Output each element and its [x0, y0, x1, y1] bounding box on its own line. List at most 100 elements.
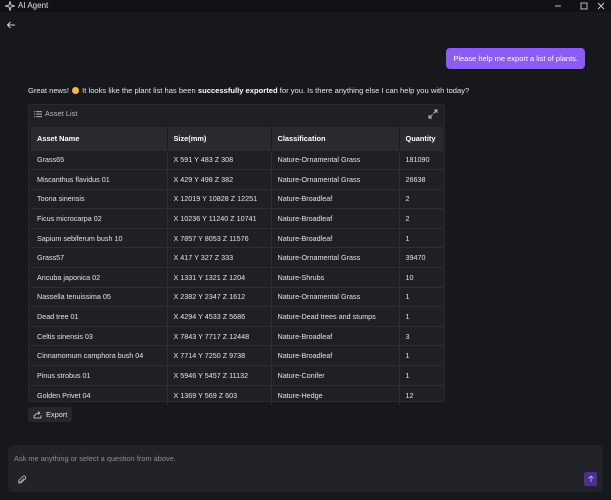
- asset-name-cell: Cinnamomum camphora bush 04: [31, 345, 168, 366]
- asset-name-cell: Nassella tenuissima 05: [31, 286, 168, 307]
- classification-cell: Nature-Broadleaf: [271, 208, 400, 229]
- asset-name-cell: Grass65: [31, 149, 168, 170]
- expand-icon[interactable]: [428, 109, 438, 119]
- asset-table: Asset Name Size(mm) Classification Quant…: [31, 127, 443, 405]
- quantity-cell: 12: [399, 384, 443, 405]
- chat-input[interactable]: [14, 451, 574, 465]
- list-icon: [34, 110, 42, 118]
- title-bar: AI Agent: [0, 0, 611, 13]
- classification-cell: Nature-Broadleaf: [271, 345, 400, 366]
- table-row: Sapium sebiferum bush 10 X 7857 Y 8053 Z …: [31, 227, 443, 248]
- app-logo-icon: [3, 0, 17, 13]
- classification-cell: Nature-Ornamental Grass: [271, 149, 400, 170]
- table-row: Golden Privet 04 X 1369 Y 569 Z 603 Nature…: [31, 384, 443, 405]
- asset-name-cell: Sapium sebiferum bush 10: [31, 227, 168, 248]
- asset-list-header: Asset List: [29, 105, 444, 123]
- table-row: Celtis sinensis 03 X 7843 Y 7717 Z 12448 N…: [31, 325, 443, 346]
- classification-cell: Nature-Ornamental Grass: [271, 169, 400, 190]
- arrow-left-icon: [6, 21, 15, 29]
- classification-cell: Nature-Conifer: [271, 365, 400, 386]
- asset-list-title: Asset List: [45, 109, 78, 118]
- export-icon: [33, 410, 42, 418]
- table-row: Dead tree 01 X 4294 Y 4533 Z 5686 Nature-D…: [31, 306, 443, 327]
- size-cell: X 1331 Y 1321 Z 1204: [167, 267, 272, 288]
- column-header-quantity: Quantity: [399, 127, 443, 150]
- asset-name-cell: Toona sinensis: [31, 188, 168, 209]
- asset-name-cell: Ficus microcarpa 02: [31, 208, 168, 229]
- classification-cell: Nature-Broadleaf: [271, 227, 400, 248]
- quantity-cell: 1: [399, 365, 443, 386]
- size-cell: X 4294 Y 4533 Z 5686: [167, 306, 272, 327]
- table-row: Ancuba japonica 02 X 1331 Y 1321 Z 1204 Na…: [31, 267, 443, 288]
- classification-cell: Nature-Hedge: [271, 384, 400, 405]
- quantity-cell: 181090: [399, 149, 443, 170]
- minimize-icon: [555, 5, 561, 7]
- table-row: Pinus strobus 01 X 5946 Y 5457 Z 11132 Nat…: [31, 365, 443, 386]
- quantity-cell: 1: [399, 345, 443, 366]
- size-cell: X 2382 Y 2347 Z 1612: [167, 286, 272, 307]
- assistant-text-bold: successfully exported: [197, 86, 278, 95]
- classification-cell: Nature-Ornamental Grass: [271, 247, 400, 268]
- table-row: Cinnamomum camphora bush 04 X 7714 Y 7250…: [31, 345, 443, 366]
- app-title: AI Agent: [18, 1, 49, 10]
- classification-cell: Nature-Dead trees and stumps: [271, 306, 400, 327]
- size-cell: X 417 Y 327 Z 333: [167, 247, 272, 268]
- asset-name-cell: Grass57: [31, 247, 168, 268]
- user-message-bubble: Please help me export a list of plants.: [446, 48, 585, 69]
- chat-composer: [8, 445, 603, 492]
- asset-name-cell: Miscanthus flavidus 01: [31, 169, 168, 190]
- assistant-text-middle: It looks like the plant list has been: [80, 86, 198, 95]
- arrow-up-icon: [587, 475, 594, 482]
- export-button-label: Export: [46, 410, 68, 419]
- table-row: Grass57 X 417 Y 327 Z 333 Nature-Ornamenta…: [31, 247, 443, 268]
- quantity-cell: 1: [399, 227, 443, 248]
- asset-list-card: Asset List Asset Name Size(mm) Classific…: [28, 104, 445, 405]
- classification-cell: Nature-Broadleaf: [271, 325, 400, 346]
- size-cell: X 591 Y 483 Z 308: [167, 149, 272, 170]
- column-header-asset-name: Asset Name: [31, 127, 168, 150]
- quantity-cell: 39470: [399, 247, 443, 268]
- classification-cell: Nature-Shrubs: [271, 267, 400, 288]
- table-row: Nassella tenuissima 05 X 2382 Y 2347 Z 16…: [31, 286, 443, 307]
- asset-name-cell: Dead tree 01: [31, 306, 168, 327]
- size-cell: X 7857 Y 8053 Z 11576: [167, 227, 272, 248]
- export-button[interactable]: Export: [28, 407, 72, 422]
- size-cell: X 7843 Y 7717 Z 12448: [167, 325, 272, 346]
- maximize-icon: [580, 2, 588, 10]
- quantity-cell: 1: [399, 286, 443, 307]
- send-button[interactable]: [584, 472, 597, 486]
- table-row: Toona sinensis X 12019 Y 10828 Z 12251 Nat…: [31, 188, 443, 209]
- smile-emoji-icon: [72, 87, 80, 94]
- quantity-cell: 10: [399, 267, 443, 288]
- table-row: Miscanthus flavidus 01 X 429 Y 498 Z 382 N…: [31, 169, 443, 190]
- assistant-text-end: for you. Is there anything else I can he…: [277, 86, 470, 95]
- quantity-cell: 26638: [399, 169, 443, 190]
- size-cell: X 12019 Y 10828 Z 12251: [167, 188, 272, 209]
- table-header-row: Asset Name Size(mm) Classification Quant…: [31, 127, 443, 150]
- asset-name-cell: Ancuba japonica 02: [31, 267, 168, 288]
- quantity-cell: 3: [399, 325, 443, 346]
- classification-cell: Nature-Broadleaf: [271, 188, 400, 209]
- minimize-button[interactable]: [548, 0, 568, 12]
- assistant-message: Great news! It looks like the plant list…: [28, 86, 469, 96]
- asset-name-cell: Pinus strobus 01: [31, 365, 168, 386]
- asset-name-cell: Celtis sinensis 03: [31, 325, 168, 346]
- quantity-cell: 2: [399, 208, 443, 229]
- close-button[interactable]: [591, 0, 611, 12]
- size-cell: X 5946 Y 5457 Z 11132: [167, 365, 272, 386]
- paperclip-icon[interactable]: [17, 475, 27, 485]
- size-cell: X 1369 Y 569 Z 603: [167, 384, 272, 405]
- asset-name-cell: Golden Privet 04: [31, 384, 168, 405]
- asset-table-body: Grass65 X 591 Y 483 Z 308 Nature-Ornamenta…: [31, 149, 443, 405]
- quantity-cell: 2: [399, 188, 443, 209]
- assistant-text-intro: Great news!: [28, 86, 72, 95]
- table-row: Grass65 X 591 Y 483 Z 308 Nature-Ornamenta…: [31, 149, 443, 170]
- table-row: Ficus microcarpa 02 X 10236 Y 11240 Z 107…: [31, 208, 443, 229]
- size-cell: X 429 Y 498 Z 382: [167, 169, 272, 190]
- classification-cell: Nature-Ornamental Grass: [271, 286, 400, 307]
- quantity-cell: 1: [399, 306, 443, 327]
- size-cell: X 7714 Y 7250 Z 9738: [167, 345, 272, 366]
- column-header-classification: Classification: [271, 127, 400, 150]
- back-button[interactable]: [4, 18, 18, 32]
- close-icon: [597, 2, 605, 10]
